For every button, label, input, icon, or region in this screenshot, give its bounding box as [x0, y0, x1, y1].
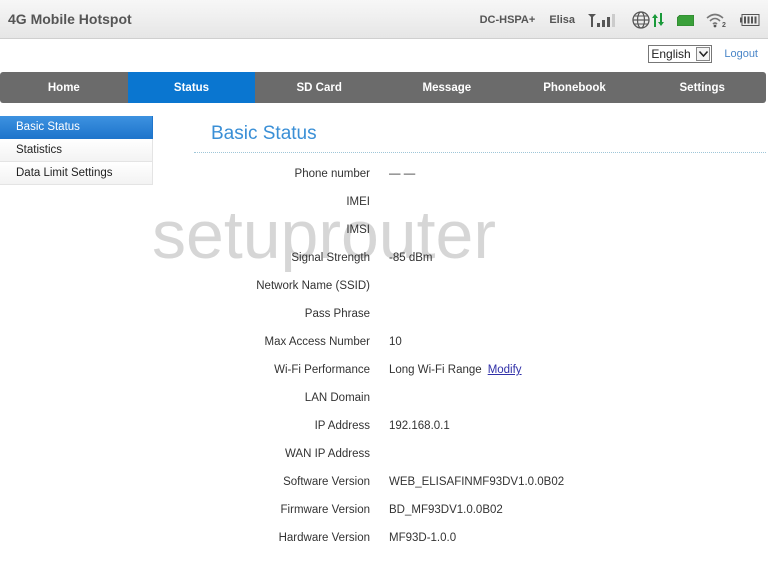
- main-nav: Home Status SD Card Message Phonebook Se…: [0, 72, 766, 103]
- field-label: WAN IP Address: [284, 448, 370, 460]
- field-value: Long Wi-Fi Range: [389, 364, 482, 376]
- row-hardware-version: Hardware Version MF93D-1.0.0: [200, 529, 760, 549]
- nav-status[interactable]: Status: [127, 72, 256, 103]
- language-select[interactable]: English: [648, 45, 713, 63]
- language-selected: English: [651, 47, 691, 61]
- nav-phonebook[interactable]: Phonebook: [511, 72, 639, 103]
- row-signal-strength: Signal Strength -85 dBm: [200, 249, 760, 269]
- globe-icon: [631, 11, 651, 29]
- title-divider: [194, 152, 766, 153]
- operator-name: Elisa: [549, 14, 575, 26]
- row-wifi-performance: Wi-Fi Performance Long Wi-Fi Range Modify: [200, 361, 760, 381]
- field-label: IP Address: [314, 420, 370, 432]
- field-value: WEB_ELISAFINMF93DV1.0.0B02: [389, 476, 565, 488]
- sidebar: Basic Status Statistics Data Limit Setti…: [0, 116, 153, 185]
- field-value: MF93D-1.0.0: [389, 532, 457, 544]
- page-title: Basic Status: [211, 123, 317, 144]
- row-network-name: Network Name (SSID): [200, 277, 760, 297]
- field-value: 10: [389, 336, 402, 348]
- nav-settings[interactable]: Settings: [638, 72, 766, 103]
- field-label: Wi-Fi Performance: [274, 364, 370, 376]
- field-label: Max Access Number: [264, 336, 370, 348]
- field-value: — —: [389, 168, 416, 180]
- field-value: -85 dBm: [389, 252, 433, 264]
- row-pass-phrase: Pass Phrase: [200, 305, 760, 325]
- wifi-client-count: 2: [722, 22, 726, 28]
- top-bar: 4G Mobile Hotspot DC-HSPA+ Elisa 2: [0, 0, 768, 39]
- battery-icon: [740, 14, 760, 26]
- row-imsi: IMSI: [200, 221, 760, 241]
- network-type: DC-HSPA+: [479, 14, 536, 26]
- signal-bars-icon: [587, 13, 617, 27]
- row-firmware-version: Firmware Version BD_MF93DV1.0.0B02: [200, 501, 760, 521]
- app-title: 4G Mobile Hotspot: [8, 11, 132, 27]
- row-wan-ip-address: WAN IP Address: [200, 445, 760, 465]
- language-row: English Logout: [648, 45, 758, 63]
- field-label: IMEI: [346, 196, 370, 208]
- field-value: 192.168.0.1: [389, 420, 450, 432]
- field-label: LAN Domain: [304, 392, 370, 404]
- row-max-access-number: Max Access Number 10: [200, 333, 760, 353]
- logout-link[interactable]: Logout: [724, 48, 758, 60]
- status-area: DC-HSPA+ Elisa 2: [480, 9, 760, 31]
- field-label: Phone number: [294, 168, 370, 180]
- wifi-icon: 2: [706, 12, 728, 29]
- sidebar-item-data-limit-settings[interactable]: Data Limit Settings: [0, 162, 153, 185]
- sidebar-item-statistics[interactable]: Statistics: [0, 139, 153, 162]
- field-label: Network Name (SSID): [256, 280, 370, 292]
- up-down-arrows-icon: [651, 12, 665, 28]
- chevron-down-icon[interactable]: [696, 47, 711, 61]
- field-label: Hardware Version: [278, 532, 370, 544]
- row-phone-number: Phone number — —: [200, 165, 760, 185]
- row-imei: IMEI: [200, 193, 760, 213]
- field-label: Signal Strength: [291, 252, 370, 264]
- sim-card-icon: [676, 14, 695, 26]
- field-label: IMSI: [346, 224, 370, 236]
- field-label: Pass Phrase: [304, 308, 370, 320]
- nav-message[interactable]: Message: [383, 72, 511, 103]
- field-label: Software Version: [283, 476, 370, 488]
- field-value: BD_MF93DV1.0.0B02: [389, 504, 503, 516]
- nav-home[interactable]: Home: [0, 72, 128, 103]
- field-label: Firmware Version: [280, 504, 370, 516]
- modify-link[interactable]: Modify: [488, 364, 522, 376]
- row-lan-domain: LAN Domain: [200, 389, 760, 409]
- row-software-version: Software Version WEB_ELISAFINMF93DV1.0.0…: [200, 473, 760, 493]
- field-value-wrap: Long Wi-Fi Range Modify: [389, 364, 522, 376]
- sidebar-item-basic-status[interactable]: Basic Status: [0, 116, 153, 139]
- row-ip-address: IP Address 192.168.0.1: [200, 417, 760, 437]
- nav-sd-card[interactable]: SD Card: [255, 72, 383, 103]
